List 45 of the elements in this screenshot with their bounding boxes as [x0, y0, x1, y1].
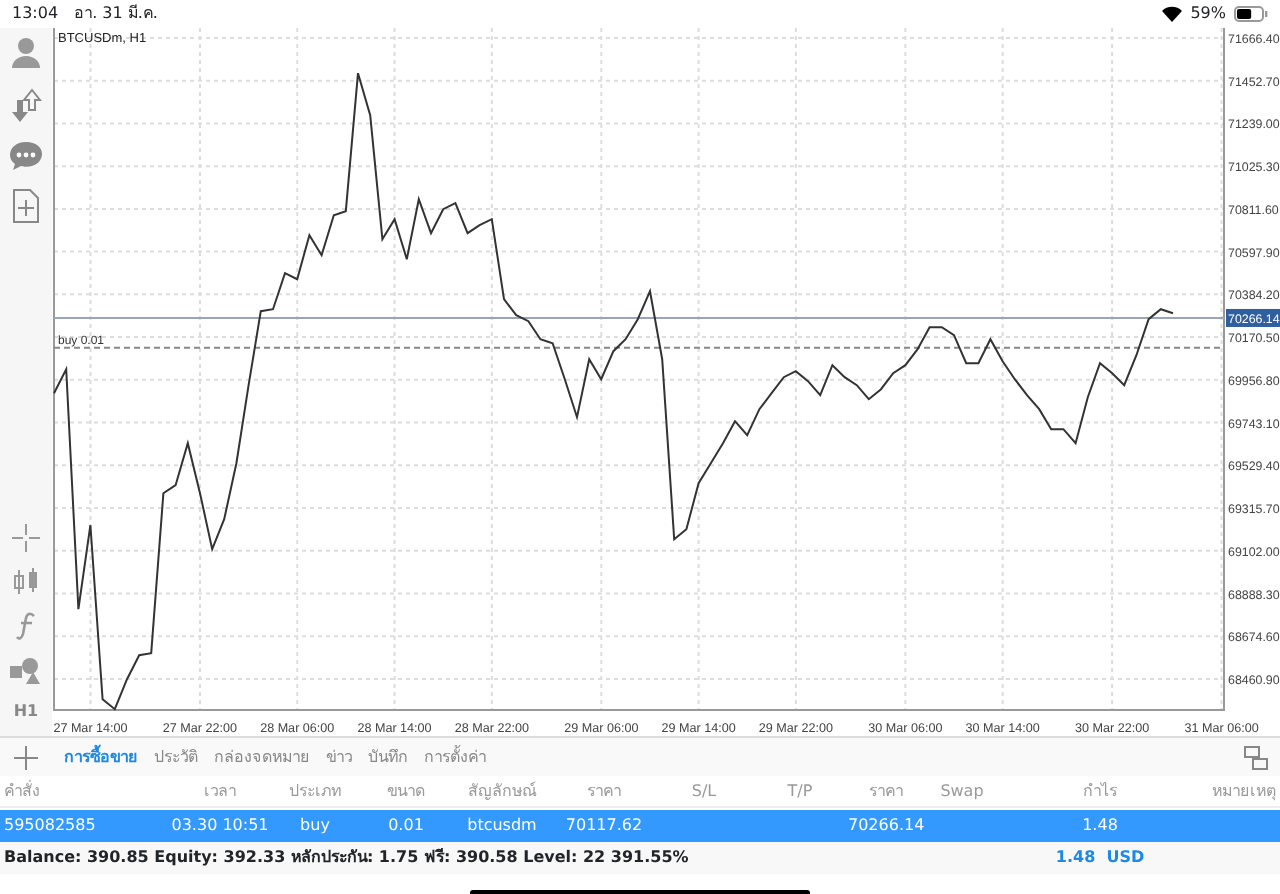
candlestick-icon[interactable]	[12, 568, 40, 596]
function-icon[interactable]	[16, 612, 36, 640]
total-profit: 1.48 USD	[1053, 846, 1147, 870]
tab[interactable]: บันทึก	[360, 749, 416, 765]
column-header: ราคา	[585, 779, 623, 803]
tab[interactable]: กล่องจดหมาย	[206, 749, 318, 765]
column-header: ประเภท	[287, 779, 343, 803]
table-row[interactable]: 595082585 03.30 10:51 buy 0.01 btcusdm 70117.62 70266.14 1.48	[0, 810, 1280, 842]
table-cell: btcusdm	[467, 816, 537, 834]
table-cell: 70266.14	[848, 816, 925, 834]
tab[interactable]: ข่าว	[318, 749, 360, 765]
table-cell: 70117.62	[565, 816, 643, 834]
timeframe-button[interactable]: H1	[13, 700, 39, 724]
table-cell: 595082585	[4, 816, 96, 834]
battery-icon	[1234, 6, 1268, 22]
tab[interactable]: การตั้งค่า	[416, 749, 494, 765]
column-header: สัญลักษณ์	[466, 779, 539, 803]
table-cell: 1.48	[1082, 816, 1118, 834]
account-summary: Balance: 390.85 Equity: 392.33 หลักประกัน: 1.75 ฟรี: 390.58 Level: 22 391.55%	[2, 846, 691, 870]
layout-icon[interactable]	[1244, 745, 1268, 769]
tab[interactable]: การซื้อขาย	[56, 749, 146, 765]
table-cell: 0.01	[388, 816, 424, 834]
battery-percent: 59%	[1190, 2, 1226, 26]
crosshair-icon[interactable]	[12, 524, 40, 552]
column-header: ขนาด	[385, 779, 427, 803]
column-header: ราคา	[867, 779, 905, 803]
column-header: กำไร	[1081, 779, 1119, 803]
account-icon[interactable]	[10, 36, 42, 72]
column-header: Swap	[938, 779, 986, 803]
shapes-icon[interactable]	[10, 656, 42, 684]
chat-icon[interactable]	[8, 140, 44, 172]
column-header: เวลา	[202, 779, 238, 803]
column-header: T/P	[785, 779, 815, 803]
new-order-icon[interactable]	[12, 188, 40, 224]
clock-time: 13:04	[12, 2, 59, 26]
wifi-icon	[1162, 6, 1183, 22]
trade-arrows-icon[interactable]	[10, 88, 42, 124]
add-icon[interactable]	[14, 745, 38, 769]
table-cell: buy	[300, 816, 330, 834]
table-cell: 03.30 10:51	[171, 816, 269, 834]
column-header: หมายเหตุ	[1210, 779, 1278, 803]
tab[interactable]: ประวัติ	[146, 749, 206, 765]
column-header: S/L	[689, 779, 719, 803]
column-header: คำสั่ง	[2, 779, 42, 803]
date-text: อา. 31 มี.ค.	[74, 2, 158, 26]
